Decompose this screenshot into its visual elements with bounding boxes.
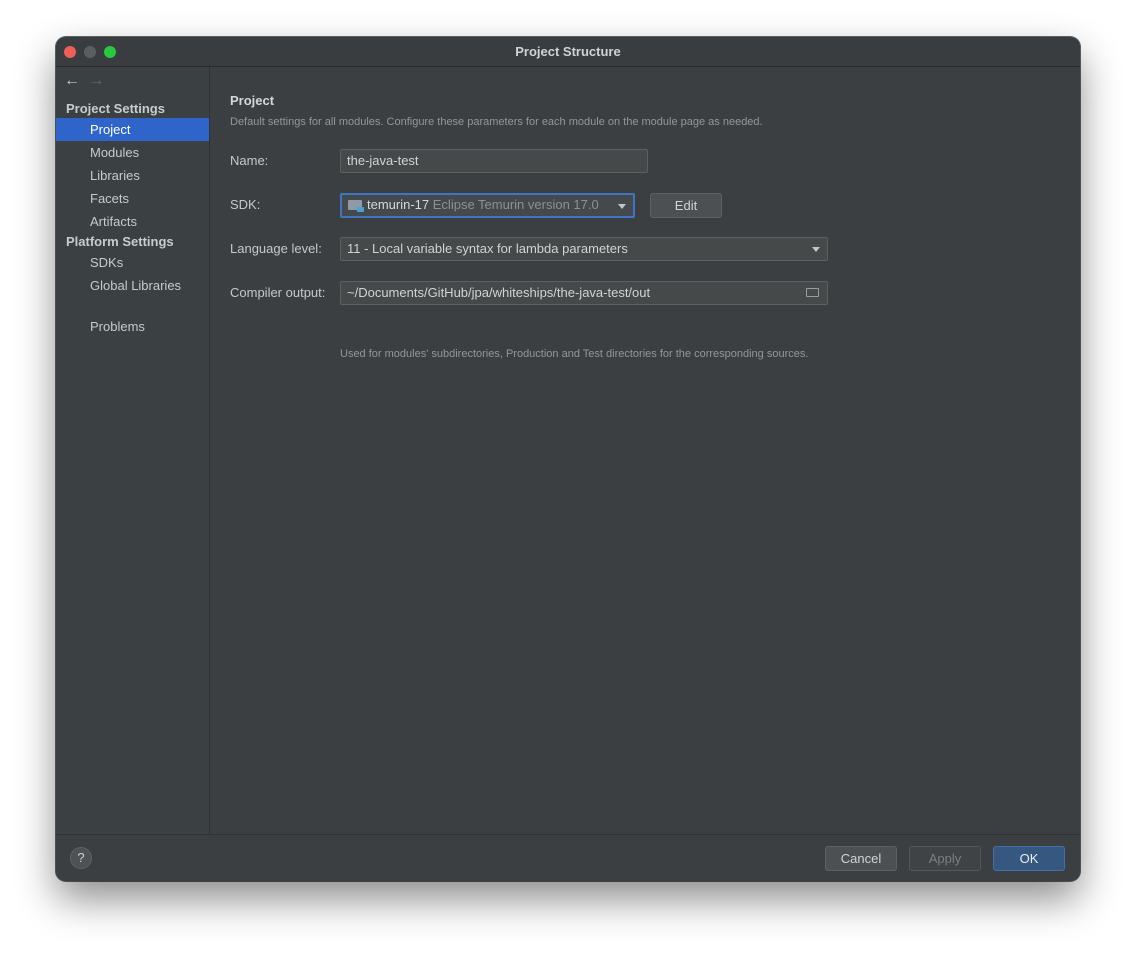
- nav-arrows: ← →: [64, 71, 108, 91]
- language-level-label: Language level:: [230, 241, 322, 256]
- sidebar-item-artifacts[interactable]: Artifacts: [56, 210, 209, 233]
- sidebar-item-project[interactable]: Project: [56, 118, 209, 141]
- compiler-output-input[interactable]: ~/Documents/GitHub/jpa/whiteships/the-ja…: [340, 281, 828, 305]
- sdk-dropdown[interactable]: temurin-17 Eclipse Temurin version 17.0: [340, 193, 635, 218]
- chevron-down-icon: [618, 204, 626, 209]
- settings-panel: Project Default settings for all modules…: [210, 67, 1080, 835]
- apply-button[interactable]: Apply: [909, 846, 981, 871]
- sdk-folder-icon: [348, 200, 364, 212]
- sidebar-item-global-libraries[interactable]: Global Libraries: [56, 274, 209, 297]
- browse-folder-icon[interactable]: [806, 288, 819, 297]
- back-arrow-icon[interactable]: ←: [64, 71, 84, 91]
- cancel-button[interactable]: Cancel: [825, 846, 897, 871]
- language-level-dropdown[interactable]: 11 - Local variable syntax for lambda pa…: [340, 237, 828, 261]
- project-structure-window: Project Structure ← → Project Settings P…: [56, 37, 1080, 881]
- name-label: Name:: [230, 153, 269, 168]
- chevron-down-icon: [812, 247, 820, 252]
- sidebar-item-sdks[interactable]: SDKs: [56, 251, 209, 274]
- page-description: Default settings for all modules. Config…: [230, 116, 763, 128]
- help-button[interactable]: ?: [70, 847, 92, 869]
- page-title: Project: [230, 93, 275, 108]
- compiler-output-value: ~/Documents/GitHub/jpa/whiteships/the-ja…: [347, 285, 651, 300]
- title-bar: Project Structure: [56, 37, 1080, 67]
- compiler-output-hint: Used for modules' subdirectories, Produc…: [340, 348, 809, 360]
- sidebar-item-libraries[interactable]: Libraries: [56, 164, 209, 187]
- sdk-name: temurin-17: [367, 197, 430, 212]
- sidebar-section-project-settings: Project Settings: [66, 101, 165, 116]
- sidebar-item-modules[interactable]: Modules: [56, 141, 209, 164]
- sidebar-section-platform-settings: Platform Settings: [66, 234, 174, 249]
- name-input[interactable]: the-java-test: [340, 149, 648, 173]
- sdk-label: SDK:: [230, 197, 261, 212]
- ok-button[interactable]: OK: [993, 846, 1065, 871]
- sdk-edit-button[interactable]: Edit: [650, 193, 722, 218]
- language-level-value: 11 - Local variable syntax for lambda pa…: [347, 241, 628, 256]
- sdk-version: Eclipse Temurin version 17.0: [432, 197, 599, 212]
- sidebar: ← → Project Settings Project Modules Lib…: [56, 67, 210, 835]
- sidebar-item-problems[interactable]: Problems: [56, 315, 209, 338]
- forward-arrow-icon[interactable]: →: [88, 71, 108, 91]
- window-title: Project Structure: [515, 44, 621, 59]
- dialog-footer: ? Cancel Apply OK: [56, 834, 1080, 881]
- compiler-output-label: Compiler output:: [230, 285, 326, 300]
- sidebar-item-facets[interactable]: Facets: [56, 187, 209, 210]
